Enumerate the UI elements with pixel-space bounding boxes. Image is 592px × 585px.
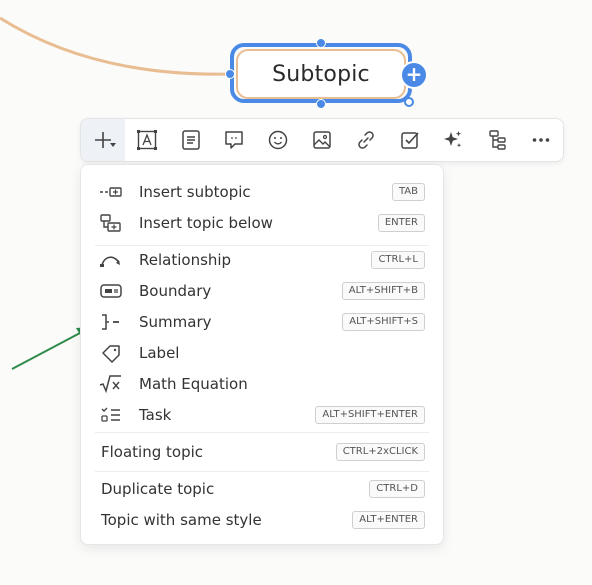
image-button[interactable] xyxy=(300,119,344,161)
task-list-icon xyxy=(99,405,123,425)
shortcut-badge: TAB xyxy=(391,183,425,201)
menu-item-label-tag[interactable]: Label xyxy=(81,337,445,368)
chevron-down-icon xyxy=(110,143,116,147)
menu-item-floating-topic[interactable]: Floating topic CTRL+2xCLICK xyxy=(81,436,445,467)
menu-item-label: Math Equation xyxy=(139,374,248,393)
text-style-button[interactable] xyxy=(125,119,169,161)
shortcut-badge: ALT+SHIFT+ENTER xyxy=(315,406,425,424)
connector-line xyxy=(0,16,233,76)
resize-handle-left[interactable] xyxy=(225,69,235,79)
menu-item-duplicate-topic[interactable]: Duplicate topic CTRL+D xyxy=(81,473,445,504)
emoji-button[interactable] xyxy=(256,119,300,161)
label-tag-icon xyxy=(99,343,123,363)
summary-icon xyxy=(99,312,123,332)
menu-item-label: Topic with same style xyxy=(101,510,262,529)
node-toolbar xyxy=(80,118,564,162)
resize-handle-corner[interactable] xyxy=(404,97,414,107)
comment-icon xyxy=(225,131,244,149)
add-icon xyxy=(94,132,111,148)
more-button[interactable] xyxy=(519,119,563,161)
insert-topic-below-icon xyxy=(99,213,123,233)
note-button[interactable] xyxy=(169,119,213,161)
menu-item-math-equation[interactable]: Math Equation xyxy=(81,368,445,399)
link-button[interactable] xyxy=(344,119,388,161)
shortcut-badge: CTRL+D xyxy=(369,480,425,498)
menu-item-label: Duplicate topic xyxy=(101,479,215,498)
note-icon xyxy=(181,130,200,150)
menu-divider xyxy=(95,432,429,433)
menu-item-label: Floating topic xyxy=(101,442,204,461)
structure-button[interactable] xyxy=(475,119,519,161)
menu-item-label: Boundary xyxy=(139,281,212,300)
menu-item-relationship[interactable]: Relationship CTRL+L xyxy=(81,244,445,275)
ai-button[interactable] xyxy=(432,119,476,161)
menu-item-label: Label xyxy=(139,343,180,362)
add-subtopic-button[interactable]: + xyxy=(400,61,428,89)
insert-subtopic-icon xyxy=(99,182,123,202)
task-checkbox-icon xyxy=(400,132,419,149)
image-icon xyxy=(313,131,331,149)
menu-item-label: Task xyxy=(139,405,172,424)
boundary-icon xyxy=(99,281,123,301)
shortcut-badge: ENTER xyxy=(377,214,425,232)
subtopic-node-label: Subtopic xyxy=(272,61,370,87)
shortcut-badge: CTRL+2xCLICK xyxy=(335,443,425,461)
shortcut-badge: ALT+SHIFT+B xyxy=(341,282,425,300)
resize-handle-top[interactable] xyxy=(316,38,326,48)
resize-handle-bottom[interactable] xyxy=(316,99,326,109)
math-equation-icon xyxy=(99,374,123,394)
menu-divider xyxy=(95,471,429,472)
subtopic-node[interactable]: Subtopic xyxy=(236,49,406,99)
menu-item-label: Insert subtopic xyxy=(139,182,251,201)
menu-item-task[interactable]: Task ALT+SHIFT+ENTER xyxy=(81,399,445,430)
insert-menu: Insert subtopic TAB Insert topic below E… xyxy=(80,164,444,545)
comment-button[interactable] xyxy=(212,119,256,161)
shortcut-badge: CTRL+L xyxy=(371,251,425,269)
menu-item-insert-topic-below[interactable]: Insert topic below ENTER xyxy=(81,207,445,238)
insert-menu-button[interactable] xyxy=(81,119,125,161)
menu-item-label: Relationship xyxy=(139,250,232,269)
menu-item-label: Insert topic below xyxy=(139,213,273,232)
ai-sparkle-icon xyxy=(444,131,462,148)
shortcut-badge: ALT+ENTER xyxy=(352,511,425,529)
emoji-icon xyxy=(268,130,288,150)
relationship-icon xyxy=(99,250,123,270)
shortcut-badge: ALT+SHIFT+S xyxy=(342,313,425,331)
menu-item-summary[interactable]: Summary ALT+SHIFT+S xyxy=(81,306,445,337)
link-icon xyxy=(358,131,374,149)
more-icon xyxy=(532,138,550,142)
menu-item-insert-subtopic[interactable]: Insert subtopic TAB xyxy=(81,176,445,207)
menu-item-label: Summary xyxy=(139,312,212,331)
structure-icon xyxy=(489,130,506,150)
task-button[interactable] xyxy=(388,119,432,161)
menu-item-boundary[interactable]: Boundary ALT+SHIFT+B xyxy=(81,275,445,306)
menu-item-topic-same-style[interactable]: Topic with same style ALT+ENTER xyxy=(81,504,445,535)
text-style-icon xyxy=(136,130,157,150)
